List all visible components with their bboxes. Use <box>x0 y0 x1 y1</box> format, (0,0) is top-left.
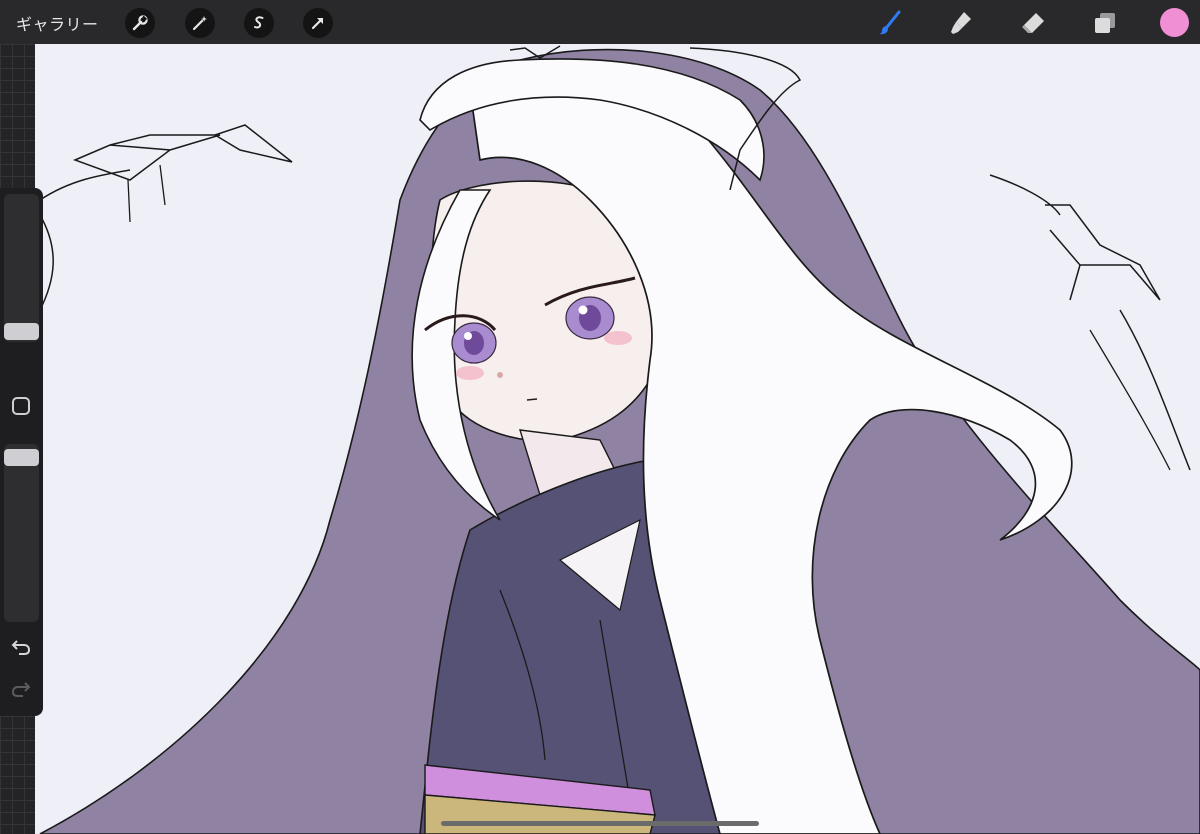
drawing-canvas[interactable] <box>35 44 1200 834</box>
magic-wand-icon[interactable] <box>185 8 215 38</box>
brush-size-slider[interactable] <box>4 194 39 342</box>
undo-button[interactable] <box>10 636 32 658</box>
artwork-illustration <box>39 45 1200 834</box>
home-indicator[interactable] <box>441 821 759 826</box>
selection-icon[interactable] <box>244 8 274 38</box>
left-sidebar <box>0 188 43 716</box>
eraser-icon[interactable] <box>1016 6 1050 40</box>
smudge-icon[interactable] <box>944 6 978 40</box>
layers-icon[interactable] <box>1088 6 1122 40</box>
color-picker-button[interactable] <box>1160 8 1189 37</box>
transform-arrow-icon[interactable] <box>303 8 333 38</box>
gallery-button[interactable]: ギャラリー <box>16 11 99 35</box>
opacity-slider[interactable] <box>4 444 39 622</box>
brush-icon[interactable] <box>872 6 906 40</box>
wrench-icon[interactable] <box>125 8 155 38</box>
square-modify-button[interactable] <box>12 397 30 415</box>
redo-button[interactable] <box>10 678 32 700</box>
opacity-thumb[interactable] <box>4 449 39 466</box>
brush-size-thumb[interactable] <box>4 323 39 340</box>
top-toolbar: ギャラリー <box>0 0 1200 44</box>
